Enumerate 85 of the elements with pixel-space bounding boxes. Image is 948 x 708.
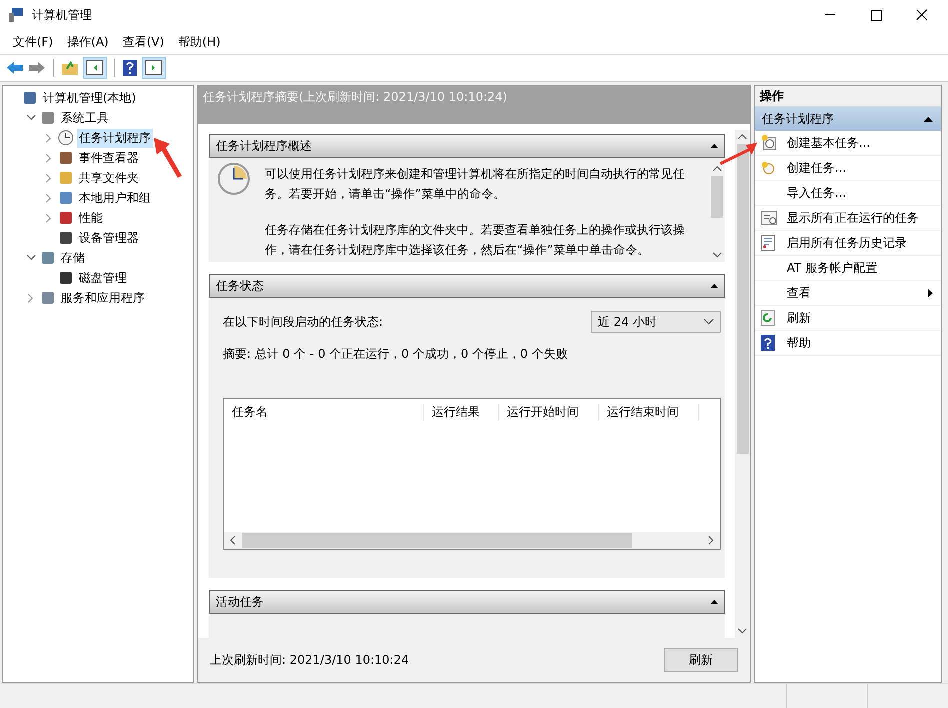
tree-node-icon [40,290,56,306]
clock-icon [761,135,777,151]
section-header[interactable]: 任务状态 [209,274,725,298]
log-icon [761,235,775,251]
tree-node-icon [58,270,74,286]
horizontal-scrollbar[interactable] [224,532,720,549]
chevron-down-icon[interactable] [26,115,36,121]
chevron-right-icon[interactable] [46,174,52,182]
collapse-icon[interactable] [711,144,718,148]
panel-icon[interactable] [83,57,107,79]
menu-item[interactable]: 查看(V) [116,34,172,50]
column-header[interactable]: 运行结束时间 [599,404,699,420]
tree-node-icon [22,90,38,106]
refresh-time-text: 上次刷新时间: 2021/3/10 10:10:24 [210,652,410,668]
column-header[interactable]: 运行开始时间 [499,404,599,420]
action-item[interactable]: 创建任务... [787,160,933,176]
chevron-right-icon[interactable] [46,134,52,142]
refresh-button[interactable]: 刷新 [664,648,738,672]
forward-arrow-icon[interactable] [28,60,46,76]
chevron-right-icon[interactable] [28,294,34,302]
folder-up-icon[interactable] [61,60,79,76]
section-header[interactable]: 任务计划程序概述 [209,134,725,158]
tree-node-icon [40,110,56,126]
description-text: 可以使用任务计划程序来创建和管理计算机将在所指定的时间自动执行的常见任务。若要开始，请单击“操作”菜单中的命令。 [265,166,686,203]
action-item[interactable]: 帮助 [787,334,933,352]
actions-header: 操作 [755,86,941,107]
tree-item[interactable]: 事件查看器 [77,148,141,168]
action-item[interactable]: AT 服务帐户配置 [787,260,933,276]
help-icon[interactable] [122,59,138,77]
scrollbar[interactable] [735,130,750,638]
action-item[interactable]: 启用所有任务历史记录 [787,234,933,252]
summary-text: 摘要: 总计 0 个 - 0 个正在运行，0 个成功，0 个停止，0 个失败 [223,346,569,363]
action-item[interactable]: 刷新 [787,310,933,326]
clock-icon [217,162,251,196]
clock-icon [761,161,775,175]
description-text: 任务存储在任务计划程序库的文件夹中。若要查看单独任务上的操作或执行该操作，请在任务计划程序库中选择该任务，然后在“操作”菜单中单击命令。 [265,222,686,259]
tree-item[interactable]: 磁盘管理 [77,268,129,288]
collapse-icon[interactable] [711,600,718,604]
period-dropdown[interactable]: 近 24 小时 [591,311,721,333]
tree-item[interactable]: 存储 [59,248,87,268]
submenu-arrow-icon [928,288,933,298]
annotation-arrow [152,136,184,180]
collapse-icon[interactable] [924,116,933,122]
tree-item[interactable]: 任务计划程序 [77,128,153,148]
annotation-arrow [719,141,759,167]
refresh-icon [761,310,775,326]
action-item[interactable]: 导入任务... [787,184,933,202]
tree-node-icon [40,250,56,266]
chevron-right-icon[interactable] [46,154,52,162]
tree-item[interactable]: 性能 [77,208,105,228]
help-icon [761,335,775,351]
chevron-right-icon[interactable] [46,214,52,222]
tree-node-icon [58,170,74,186]
chevron-right-icon[interactable] [46,194,52,202]
collapse-icon[interactable] [711,284,718,288]
computer-icon [8,7,24,23]
action-group-header[interactable]: 任务计划程序 [755,107,941,131]
tree-node-icon [58,190,74,206]
tree-item[interactable]: 计算机管理(本地) [41,88,138,108]
column-header[interactable]: 运行结果 [424,404,499,420]
task-list-icon [761,211,777,225]
tree-item[interactable]: 本地用户和组 [77,188,153,208]
menu-item[interactable]: 文件(F) [6,34,60,50]
action-item[interactable]: 显示所有正在运行的任务 [787,210,933,226]
action-item[interactable]: 创建基本任务... [787,134,933,152]
chevron-down-icon [704,319,714,325]
tree-item[interactable]: 服务和应用程序 [59,288,147,308]
chevron-down-icon[interactable] [26,255,36,261]
clock-icon [58,130,74,146]
tree-node-icon [58,150,74,166]
tree-item[interactable]: 系统工具 [59,108,111,128]
window-title: 计算机管理 [32,6,92,24]
menu-item[interactable]: 帮助(H) [171,34,228,50]
period-label: 在以下时间段启动的任务状态: [223,314,384,330]
tree-node-icon [58,230,74,246]
tree-node-icon [58,210,74,226]
back-arrow-icon[interactable] [6,60,24,76]
summary-header: 任务计划程序摘要(上次刷新时间: 2021/3/10 10:10:24) [198,86,750,124]
panel-icon[interactable] [142,57,166,79]
action-item[interactable]: 查看 [787,284,928,302]
tree-item[interactable]: 设备管理器 [77,228,141,248]
section-header[interactable]: 活动任务 [209,590,725,614]
tree-item[interactable]: 共享文件夹 [77,168,141,188]
column-header[interactable]: 任务名 [224,404,424,420]
menu-item[interactable]: 操作(A) [60,34,116,50]
